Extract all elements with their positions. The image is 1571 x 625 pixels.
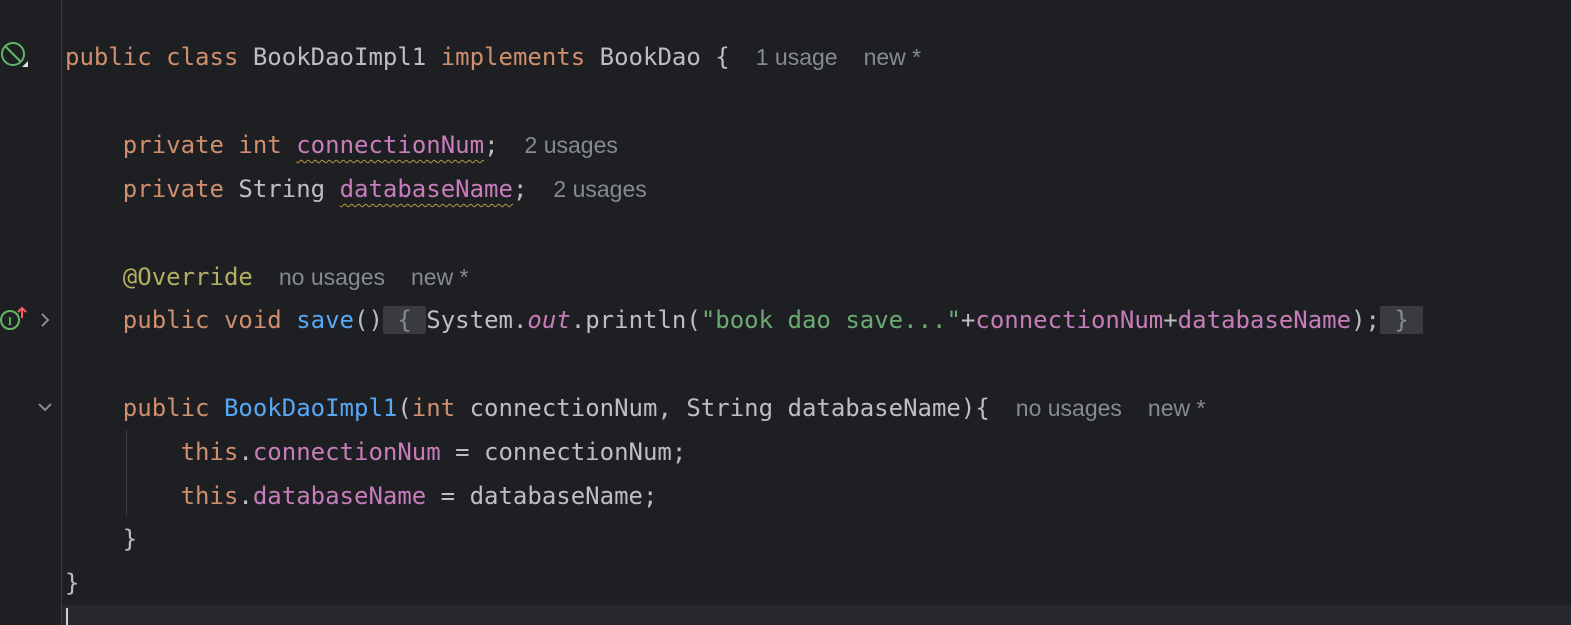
usage-hint[interactable]: 2 usages [553,176,646,202]
expand-chevron-icon[interactable] [38,311,52,329]
field-name: databaseName [339,175,513,203]
params: connectionNum, String databaseName){ [455,394,990,422]
code-line-10: } [65,563,79,603]
folded-open-brace[interactable]: { [382,306,427,334]
indent-guide [126,430,127,516]
code-line-2: private int connectionNum; 2 usages [65,125,618,165]
annotation: @Override [122,263,253,291]
brace: { [715,43,730,71]
folded-close-brace[interactable]: } [1379,306,1424,334]
field-ref: databaseName [252,482,427,510]
svg-text:I: I [8,314,13,328]
plus: + [960,306,976,334]
closing-brace: } [122,525,138,553]
code-editor[interactable]: public class BookDaoImpl1 implements Boo… [62,0,1571,625]
keyword: private [122,131,224,159]
keyword: class [166,43,239,71]
code-line-8: this.databaseName = databaseName; [65,476,658,516]
field-ref: databaseName [1177,306,1352,334]
keyword: public [65,43,152,71]
keyword: this [180,438,239,466]
keyword: this [180,482,239,510]
interface-name: BookDao [599,43,701,71]
usage-hint[interactable]: 2 usages [525,132,618,158]
text-caret [66,608,68,625]
dot: . [238,482,253,510]
println-call: .println( [570,306,701,334]
semicolon: ; [484,131,499,159]
keyword: implements [440,43,586,71]
code-line-9: } [65,519,137,559]
parens: () [354,306,383,334]
closing-brace: } [65,569,80,597]
call-end: ); [1351,306,1380,334]
code-line-4: @Override no usages new * [65,257,469,297]
usage-hint[interactable]: no usages [1016,395,1122,421]
collapse-chevron-icon[interactable] [36,400,54,414]
implements-up-icon[interactable]: I [0,306,30,334]
constructor-name: BookDaoImpl1 [223,394,398,422]
assignment: = databaseName; [426,482,658,510]
code-line-6: public BookDaoImpl1(int connectionNum, S… [65,388,1206,428]
author-hint[interactable]: new * [864,44,922,70]
type-name: String [238,175,326,203]
keyword: void [223,306,282,334]
assignment: = connectionNum; [440,438,687,466]
keyword: public [122,306,210,334]
keyword: public [122,394,210,422]
keyword: int [411,394,456,422]
code-line-5: public void save() { System.out.println(… [65,300,1424,340]
semicolon: ; [512,175,528,203]
class-name: BookDaoImpl1 [252,43,427,71]
field-ref: connectionNum [975,306,1164,334]
static-field: out [527,306,571,334]
usage-hint[interactable]: 1 usage [756,44,838,70]
method-name: save [296,306,354,334]
keyword: private [122,175,224,203]
plus: + [1163,306,1178,334]
no-run-icon[interactable] [0,41,30,71]
author-hint[interactable]: new * [1148,395,1206,421]
paren: ( [397,394,412,422]
keyword: int [238,131,282,159]
string-literal: "book dao save..." [700,306,961,334]
field-ref: connectionNum [252,438,441,466]
author-hint[interactable]: new * [411,264,469,290]
code-line-7: this.connectionNum = connectionNum; [65,432,687,472]
code-line-3: private String databaseName; 2 usages [65,169,647,209]
editor-gutter: I [0,0,62,625]
field-name: connectionNum [296,131,485,159]
dot: . [238,438,253,466]
current-line-highlight [62,605,1571,625]
usage-hint[interactable]: no usages [279,264,385,290]
system-ref: System. [426,306,528,334]
code-line-1: public class BookDaoImpl1 implements Boo… [65,37,921,77]
